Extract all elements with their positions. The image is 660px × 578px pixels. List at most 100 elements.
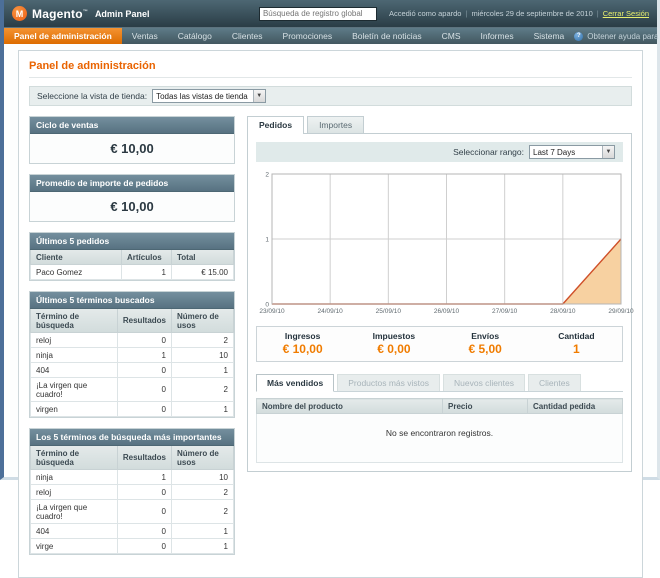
nav-item-promociones[interactable]: Promociones <box>273 28 343 44</box>
last-orders-table: ClienteArtículosTotalPaco Gomez1€ 15.00 <box>30 250 234 280</box>
cell: 1 <box>117 348 171 363</box>
data-table: ClienteArtículosTotalPaco Gomez1€ 15.00 <box>30 250 234 280</box>
data-table: Término de búsquedaResultadosNúmero de u… <box>30 446 234 554</box>
table-row: ¡La virgen que cuadro!02 <box>31 378 234 402</box>
tab-clientes[interactable]: Clientes <box>528 374 581 391</box>
page-title: Panel de administración <box>29 60 632 72</box>
last-orders-panel: Últimos 5 pedidos ClienteArtículosTotalP… <box>29 232 235 281</box>
nav-item-clientes[interactable]: Clientes <box>222 28 273 44</box>
dashboard-container: Panel de administración Seleccione la vi… <box>18 50 643 578</box>
last-search-terms-panel: Últimos 5 términos buscados Término de b… <box>29 291 235 418</box>
metric-label: Impuestos <box>348 331 439 341</box>
empty-message: No se encontraron registros. <box>257 414 623 463</box>
table-row: reloj02 <box>31 485 234 500</box>
column-header-articulos: Artículos <box>122 250 172 265</box>
help-link[interactable]: ? Obtener ayuda para esta página <box>574 28 660 44</box>
nav-item-panel-de-administracion[interactable]: Panel de administración <box>4 28 122 44</box>
metric-value: € 10,00 <box>257 342 348 356</box>
logged-in-as-text: Accedió como apardo <box>389 9 462 18</box>
cell: 1 <box>117 470 171 485</box>
column-header-nombre-del-producto: Nombre del producto <box>257 399 443 414</box>
data-table: Término de búsquedaResultadosNúmero de u… <box>30 309 234 417</box>
range-select[interactable]: Last 7 Days ▼ <box>529 145 615 159</box>
cell: 1 <box>172 524 234 539</box>
separator: | <box>465 9 467 18</box>
dropdown-arrow-icon: ▼ <box>253 90 265 102</box>
data-table: Nombre del productoPrecioCantidad pedida… <box>256 398 623 463</box>
nav-item-boletin-de-noticias[interactable]: Boletín de noticias <box>342 28 431 44</box>
help-icon: ? <box>574 32 583 41</box>
cell: 2 <box>172 378 234 402</box>
tab-pedidos[interactable]: Pedidos <box>247 116 304 134</box>
range-label: Seleccionar rango: <box>453 147 524 157</box>
table-row: virgen01 <box>31 402 234 417</box>
products-table-wrap: Nombre del productoPrecioCantidad pedida… <box>256 398 623 463</box>
panel-title: Los 5 términos de búsqueda más important… <box>30 429 234 446</box>
cell: 0 <box>117 402 171 417</box>
column-header-cliente: Cliente <box>31 250 122 265</box>
dashboard-sidebar: Ciclo de ventas € 10,00 Promedio de impo… <box>29 116 235 565</box>
logo-subtitle: Admin Panel <box>95 9 150 19</box>
column-header-resultados: Resultados <box>117 446 171 470</box>
cell: 404 <box>31 524 118 539</box>
metric-ingresos: Ingresos€ 10,00 <box>257 331 348 356</box>
x-axis-tick: 23/09/10 <box>259 308 285 315</box>
cell: 1 <box>172 402 234 417</box>
store-view-selected-value: Todas las vistas de tienda <box>156 92 248 101</box>
nav-item-cms[interactable]: CMS <box>432 28 471 44</box>
column-header-total: Total <box>172 250 234 265</box>
store-view-select[interactable]: Todas las vistas de tienda ▼ <box>152 89 266 103</box>
cell: 2 <box>172 500 234 524</box>
metric-label: Envíos <box>440 331 531 341</box>
cell: 0 <box>117 378 171 402</box>
x-axis-tick: 25/09/10 <box>376 308 402 315</box>
panel-title: Ciclo de ventas <box>30 117 234 134</box>
cell: € 15.00 <box>172 265 234 280</box>
tab-productos-mas-vistos[interactable]: Productos más vistos <box>337 374 440 391</box>
metric-label: Ingresos <box>257 331 348 341</box>
cell: ninja <box>31 348 118 363</box>
tab-mas-vendidos[interactable]: Más vendidos <box>256 374 334 392</box>
global-search-input[interactable] <box>259 7 377 21</box>
cell: 2 <box>172 485 234 500</box>
nav-item-sistema[interactable]: Sistema <box>524 28 575 44</box>
tab-nuevos-clientes[interactable]: Nuevos clientes <box>443 374 525 391</box>
table-header-row: Nombre del productoPrecioCantidad pedida <box>257 399 623 414</box>
admin-header: M Magento™ Admin Panel Accedió como apar… <box>4 0 657 27</box>
lifetime-sales-panel: Ciclo de ventas € 10,00 <box>29 116 235 164</box>
main-nav: Panel de administraciónVentasCatálogoCli… <box>4 27 657 44</box>
cell: 0 <box>117 333 171 348</box>
table-row: Paco Gomez1€ 15.00 <box>31 265 234 280</box>
cell: reloj <box>31 333 118 348</box>
y-axis-tick: 1 <box>265 237 269 244</box>
separator: | <box>597 9 599 18</box>
average-orders-panel: Promedio de importe de pedidos € 10,00 <box>29 174 235 222</box>
nav-item-informes[interactable]: Informes <box>471 28 524 44</box>
column-header-numero-de-usos: Número de usos <box>172 446 234 470</box>
x-axis-tick: 28/09/10 <box>550 308 576 315</box>
cell: ¡La virgen que cuadro! <box>31 500 118 524</box>
nav-menu: Panel de administraciónVentasCatálogoCli… <box>4 28 574 44</box>
empty-row: No se encontraron registros. <box>257 414 623 463</box>
table-row: 40401 <box>31 524 234 539</box>
nav-item-catalogo[interactable]: Catálogo <box>168 28 222 44</box>
column-header-resultados: Resultados <box>117 309 171 333</box>
tab-importes[interactable]: Importes <box>307 116 364 133</box>
cell: 2 <box>172 333 234 348</box>
cell: 10 <box>172 470 234 485</box>
logout-link[interactable]: Cerrar Sesión <box>603 9 649 18</box>
dashboard-main: Pedidos Importes Seleccionar rango: Last… <box>247 116 632 565</box>
magento-logo-icon: M <box>12 6 27 21</box>
cell: 0 <box>117 485 171 500</box>
nav-item-ventas[interactable]: Ventas <box>122 28 168 44</box>
cell: reloj <box>31 485 118 500</box>
chart-area: 01223/09/1024/09/1025/09/1026/09/1027/09… <box>256 168 623 318</box>
cell: ¡La virgen que cuadro! <box>31 378 118 402</box>
table-row: 40401 <box>31 363 234 378</box>
table-header-row: Término de búsquedaResultadosNúmero de u… <box>31 309 234 333</box>
table-header-row: Término de búsquedaResultadosNúmero de u… <box>31 446 234 470</box>
metric-value: € 5,00 <box>440 342 531 356</box>
table-row: virge01 <box>31 539 234 554</box>
panel-title: Promedio de importe de pedidos <box>30 175 234 192</box>
table-row: ¡La virgen que cuadro!02 <box>31 500 234 524</box>
